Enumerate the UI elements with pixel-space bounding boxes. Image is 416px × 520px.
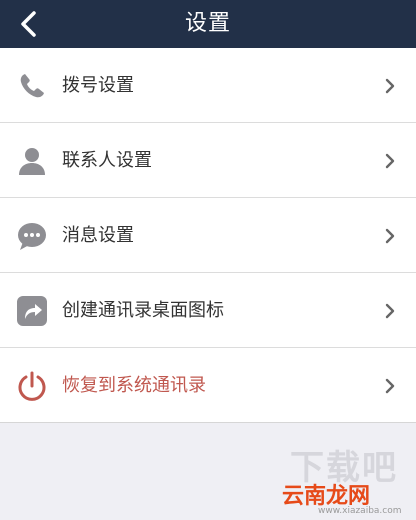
- chevron-right-icon: [385, 78, 395, 94]
- chevron-right-icon: [385, 378, 395, 394]
- settings-item-label: 消息设置: [62, 225, 134, 246]
- person-icon: [19, 148, 45, 175]
- watermark-url: www.xiazaiba.com: [318, 506, 402, 516]
- settings-item-label: 创建通讯录桌面图标: [62, 300, 224, 321]
- settings-item-label: 联系人设置: [62, 150, 152, 171]
- settings-item-label: 拨号设置: [62, 75, 134, 96]
- settings-item-contacts[interactable]: 联系人设置: [0, 123, 416, 198]
- nav-header: 设置: [0, 0, 416, 48]
- chevron-right-icon: [385, 153, 395, 169]
- chevron-right-icon: [385, 303, 395, 319]
- settings-item-shortcut[interactable]: 创建通讯录桌面图标: [0, 273, 416, 348]
- settings-item-restore[interactable]: 恢复到系统通讯录: [0, 348, 416, 423]
- chevron-right-icon: [385, 228, 395, 244]
- settings-item-messages[interactable]: 消息设置: [0, 198, 416, 273]
- settings-list: 拨号设置 联系人设置 消息设置 创建通讯录桌面图标 恢复到系统通讯录: [0, 48, 416, 423]
- share-arrow-icon: [17, 296, 47, 326]
- page-title: 设置: [184, 11, 231, 36]
- power-icon: [18, 371, 46, 401]
- phone-icon: [20, 74, 44, 98]
- settings-item-dial[interactable]: 拨号设置: [0, 48, 416, 123]
- settings-item-label: 恢复到系统通讯录: [62, 375, 206, 396]
- chat-bubble-icon: [18, 223, 46, 250]
